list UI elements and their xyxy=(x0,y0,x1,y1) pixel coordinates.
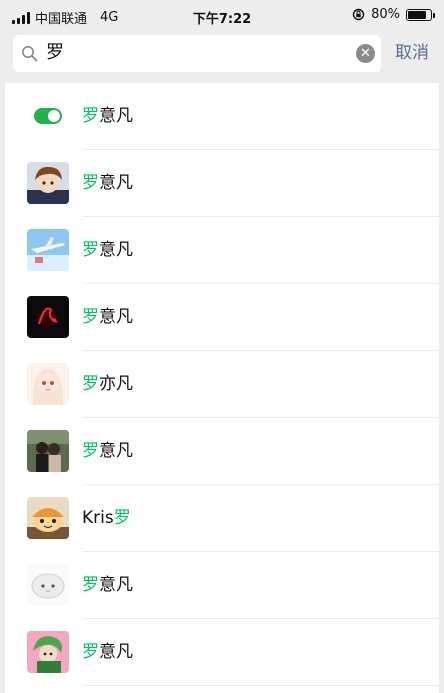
couple-photo-avatar xyxy=(27,430,69,472)
contact-name: 罗意凡 xyxy=(82,172,133,194)
search-results-list: 罗意凡 罗意凡 罗意凡 罗意凡 罗亦凡 罗意凡 Kris罗 罗意凡 罗意凡 xyxy=(5,83,439,693)
name-match-highlight: 罗 xyxy=(82,441,99,461)
result-row[interactable]: 罗意凡 xyxy=(5,150,439,217)
result-row[interactable]: 罗亦凡 xyxy=(5,351,439,418)
result-row[interactable]: 罗意凡 xyxy=(5,619,439,686)
result-row[interactable]: 罗意凡 xyxy=(5,83,439,150)
name-suffix: 亦凡 xyxy=(99,374,133,394)
dark-logo-avatar xyxy=(27,296,69,338)
result-row[interactable]: 罗意凡 xyxy=(5,418,439,485)
cancel-button[interactable]: 取消 xyxy=(395,42,429,64)
name-match-highlight: 罗 xyxy=(82,374,99,394)
status-right: 80% xyxy=(352,7,435,22)
contact-name: 罗意凡 xyxy=(82,239,133,261)
airplane-avatar xyxy=(27,229,69,271)
search-bar: 罗 ✕ 取消 xyxy=(0,30,444,80)
name-match-highlight: 罗 xyxy=(82,575,99,595)
battery-percent: 80% xyxy=(371,7,400,22)
anime-boy-avatar xyxy=(27,162,69,204)
name-match-highlight: 罗 xyxy=(82,173,99,193)
clear-icon[interactable]: ✕ xyxy=(356,44,375,63)
name-suffix: 意凡 xyxy=(99,441,133,461)
battery-icon xyxy=(406,8,435,21)
result-row[interactable]: 罗意凡 xyxy=(5,552,439,619)
name-suffix: 意凡 xyxy=(99,173,133,193)
contact-name: 罗意凡 xyxy=(82,574,133,596)
result-row[interactable]: 罗意凡 xyxy=(5,284,439,351)
green-character-avatar xyxy=(27,631,69,673)
contact-name: Kris罗 xyxy=(82,507,131,529)
contact-name: 罗意凡 xyxy=(82,306,133,328)
name-match-highlight: 罗 xyxy=(82,642,99,662)
cartoon-avatar xyxy=(27,497,69,539)
result-row[interactable]: 罗意凡 xyxy=(5,217,439,284)
name-suffix: 意凡 xyxy=(99,106,133,126)
search-query: 罗 xyxy=(46,42,64,63)
name-suffix: 意凡 xyxy=(99,642,133,662)
name-match-highlight: 罗 xyxy=(82,240,99,260)
name-prefix: Kris xyxy=(82,508,114,528)
contact-name: 罗亦凡 xyxy=(82,373,133,395)
contact-name: 罗意凡 xyxy=(82,105,133,127)
sheep-avatar xyxy=(27,564,69,606)
search-input[interactable]: 罗 ✕ xyxy=(13,35,381,72)
name-match-highlight: 罗 xyxy=(82,106,99,126)
anime-girl-avatar xyxy=(27,363,69,405)
name-suffix: 意凡 xyxy=(99,240,133,260)
name-match-highlight: 罗 xyxy=(82,307,99,327)
contact-name: 罗意凡 xyxy=(82,440,133,462)
contact-name: 罗意凡 xyxy=(82,641,133,663)
status-bar: 中国联通 4G 下午7:22 80% xyxy=(0,0,444,30)
row-divider xyxy=(82,685,439,686)
result-row[interactable]: Kris罗 xyxy=(5,485,439,552)
rotation-lock-icon xyxy=(352,8,365,21)
name-match-highlight: 罗 xyxy=(113,508,131,528)
toggle-avatar xyxy=(27,95,69,137)
name-suffix: 意凡 xyxy=(99,307,133,327)
toggle-icon xyxy=(34,108,62,124)
name-suffix: 意凡 xyxy=(99,575,133,595)
search-icon xyxy=(22,46,38,62)
